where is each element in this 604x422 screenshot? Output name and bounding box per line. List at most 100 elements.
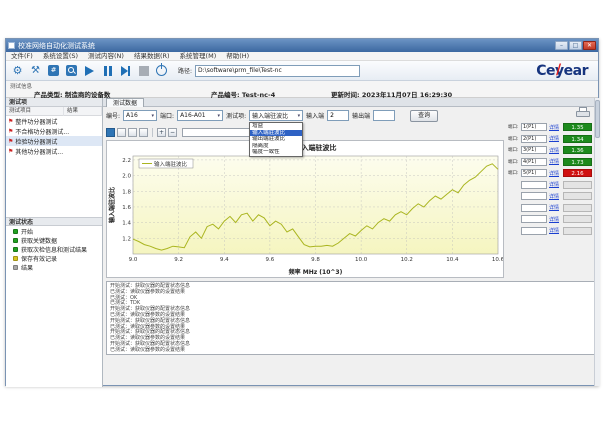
sidebar-item-label: 检验功分器测试 bbox=[15, 137, 57, 146]
log-output[interactable]: 开始测试：获取仪器的配置状态信息已测试：读取仪器参数的设置结果已测试：OK已测试… bbox=[106, 281, 598, 355]
result-port-field[interactable]: 4(P1) bbox=[521, 158, 547, 166]
sidebar-test-item[interactable]: ⚑整件功分器测试 bbox=[6, 116, 102, 126]
number-select[interactable]: A16▾ bbox=[123, 110, 157, 121]
menu-item[interactable]: 系统设置(S) bbox=[38, 52, 83, 60]
result-value-badge bbox=[563, 204, 592, 212]
result-value-badge bbox=[563, 181, 592, 189]
svg-text:频率 MHz (10^3): 频率 MHz (10^3) bbox=[289, 268, 343, 276]
col-result: 结果 bbox=[64, 107, 102, 116]
power-button[interactable] bbox=[154, 63, 169, 78]
flag-icon: ⚑ bbox=[8, 118, 13, 125]
svg-text:10.4: 10.4 bbox=[446, 257, 459, 263]
dropdown-option[interactable]: 幅度一致性 bbox=[250, 149, 302, 156]
close-button[interactable]: ✕ bbox=[583, 41, 596, 50]
output-port-field[interactable] bbox=[373, 110, 395, 121]
tab-test-data[interactable]: 测试数据 bbox=[106, 98, 144, 107]
detail-link[interactable]: 详情 bbox=[549, 158, 561, 165]
detail-link[interactable]: 详情 bbox=[549, 181, 561, 188]
detail-link[interactable]: 详情 bbox=[549, 135, 561, 142]
play-button[interactable] bbox=[82, 63, 97, 78]
result-value-badge bbox=[563, 192, 592, 200]
sidebar-test-item[interactable]: ⚑检验功分器测试 bbox=[6, 136, 102, 146]
result-port-field[interactable] bbox=[521, 181, 547, 189]
svg-text:9.8: 9.8 bbox=[311, 257, 320, 263]
sidebar-item-label: 整件功分器测试 bbox=[15, 117, 57, 126]
sidebar-header: 测试项 bbox=[6, 98, 102, 107]
result-row: 详情 bbox=[508, 192, 594, 200]
app-window: 校准网络自动化测试系统 – □ ✕ 文件(F)系统设置(S)测试内容(N)结果数… bbox=[5, 38, 599, 386]
result-port-label: 端口: bbox=[508, 159, 519, 165]
menu-item[interactable]: 结果数据(R) bbox=[129, 52, 175, 60]
result-port-field[interactable] bbox=[521, 192, 547, 200]
menu-bar: 文件(F)系统设置(S)测试内容(N)结果数据(R)系统管理(M)帮助(H) bbox=[6, 52, 598, 61]
result-value-badge bbox=[563, 215, 592, 223]
save-icon[interactable] bbox=[106, 128, 115, 137]
menu-item[interactable]: 测试内容(N) bbox=[83, 52, 129, 60]
result-port-label: 端口: bbox=[508, 147, 519, 153]
result-port-field[interactable]: 2(P1) bbox=[521, 135, 547, 143]
result-port-field[interactable] bbox=[521, 204, 547, 212]
path-input[interactable] bbox=[195, 65, 360, 77]
detail-link[interactable]: 详情 bbox=[549, 204, 561, 211]
detail-link[interactable]: 详情 bbox=[549, 227, 561, 234]
export-icon[interactable] bbox=[128, 128, 137, 137]
copy-icon[interactable] bbox=[139, 128, 148, 137]
print-icon[interactable] bbox=[117, 128, 126, 137]
sidebar-item-label: 其他功分器测试... bbox=[15, 147, 63, 156]
detail-link[interactable]: 详情 bbox=[549, 124, 561, 131]
result-port-field[interactable] bbox=[521, 215, 547, 223]
sidebar-item-label: 不合格功分器测试... bbox=[15, 127, 69, 136]
port-select[interactable]: A16-A01▾ bbox=[177, 110, 223, 121]
report-icon[interactable]: # bbox=[46, 63, 61, 78]
svg-text:9.6: 9.6 bbox=[266, 257, 275, 263]
result-port-field[interactable] bbox=[521, 227, 547, 235]
menu-item[interactable]: 系统管理(M) bbox=[175, 52, 222, 60]
detail-link[interactable]: 详情 bbox=[549, 193, 561, 200]
result-value-badge: 1.34 bbox=[563, 135, 592, 143]
menu-item[interactable]: 文件(F) bbox=[6, 52, 38, 60]
svg-text:2.0: 2.0 bbox=[122, 174, 131, 180]
sidebar-columns: 测试项目 结果 bbox=[6, 107, 102, 116]
calibrate-user-icon[interactable]: ⚒ bbox=[28, 63, 43, 78]
minimize-button[interactable]: – bbox=[555, 41, 568, 50]
divider bbox=[152, 128, 153, 137]
sidebar-test-item[interactable]: ⚑其他功分器测试... bbox=[6, 146, 102, 156]
detail-link[interactable]: 详情 bbox=[549, 216, 561, 223]
vertical-scrollbar[interactable] bbox=[594, 98, 600, 386]
query-button[interactable]: 查询 bbox=[410, 110, 438, 122]
status-tree-item[interactable]: 开始 bbox=[6, 227, 102, 236]
result-port-label: 端口: bbox=[508, 170, 519, 176]
maximize-button[interactable]: □ bbox=[569, 41, 582, 50]
status-tree-item[interactable]: 获取关键数据 bbox=[6, 236, 102, 245]
status-tree-item[interactable]: 保存有效记录 bbox=[6, 254, 102, 263]
status-tree-item[interactable]: 获取次检信息和测试结果 bbox=[6, 245, 102, 254]
sidebar-test-item[interactable]: ⚑不合格功分器测试... bbox=[6, 126, 102, 136]
logo-slash-icon: / bbox=[556, 62, 561, 78]
status-tree-item[interactable]: 结果 bbox=[6, 263, 102, 272]
test-item-select[interactable]: 输入端驻波比▾ 增益输入端驻波比输出端驻波比隔离度幅度一致性 bbox=[249, 110, 303, 121]
input-port-field[interactable] bbox=[327, 110, 349, 121]
search-icon[interactable] bbox=[64, 63, 79, 78]
pause-button[interactable] bbox=[100, 63, 115, 78]
menu-item[interactable]: 帮助(H) bbox=[221, 52, 254, 60]
result-row: 详情 bbox=[508, 215, 594, 223]
scrollbar-thumb[interactable] bbox=[595, 100, 600, 138]
status-bullet-icon bbox=[13, 238, 18, 243]
result-port-field[interactable]: 3(P1) bbox=[521, 146, 547, 154]
status-tree: 开始获取关键数据获取次检信息和测试结果保存有效记录结果 bbox=[6, 227, 102, 272]
step-button[interactable] bbox=[118, 63, 133, 78]
config-icon[interactable]: ⚙ bbox=[10, 63, 25, 78]
chevron-down-icon: ▾ bbox=[298, 113, 301, 119]
detail-link[interactable]: 详情 bbox=[549, 147, 561, 154]
result-row: 端口:2(P1)详情1.34 bbox=[508, 135, 594, 143]
zoom-in-button[interactable]: + bbox=[157, 128, 166, 137]
zoom-out-button[interactable]: − bbox=[168, 128, 177, 137]
status-bullet-icon bbox=[13, 256, 18, 261]
printer-icon[interactable] bbox=[576, 107, 590, 118]
result-port-field[interactable]: 1(P1) bbox=[521, 123, 547, 131]
result-port-field[interactable]: 5(P1) bbox=[521, 169, 547, 177]
port-label: 端口: bbox=[160, 111, 174, 120]
stop-button[interactable] bbox=[136, 63, 151, 78]
vswr-chart: 9.09.29.49.69.810.010.210.410.61.21.41.6… bbox=[106, 140, 504, 278]
detail-link[interactable]: 详情 bbox=[549, 170, 561, 177]
